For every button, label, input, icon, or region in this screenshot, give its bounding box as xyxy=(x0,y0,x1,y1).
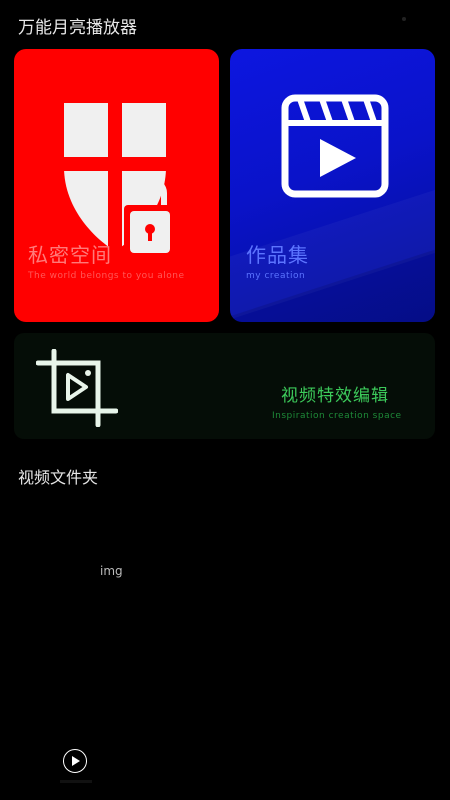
shield-lock-icon xyxy=(64,103,174,253)
app-title: 万能月亮播放器 xyxy=(18,18,137,38)
folder-thumbnail-placeholder[interactable]: img xyxy=(100,564,123,578)
private-space-card[interactable]: 私密空间 The world belongs to you alone xyxy=(14,49,219,322)
clapperboard-play-icon xyxy=(281,94,389,198)
video-folder-title: 视频文件夹 xyxy=(18,468,99,487)
video-effects-subtitle: Inspiration creation space xyxy=(272,411,402,421)
my-works-title: 作品集 xyxy=(246,243,309,267)
my-works-subtitle: my creation xyxy=(246,271,306,281)
play-caption xyxy=(60,780,92,783)
status-indicator xyxy=(402,17,406,21)
my-works-card[interactable]: 作品集 my creation xyxy=(230,49,435,322)
video-effects-title: 视频特效编辑 xyxy=(281,386,389,406)
crop-video-icon xyxy=(36,349,118,427)
video-effects-card[interactable]: 视频特效编辑 Inspiration creation space xyxy=(14,333,435,439)
private-space-title: 私密空间 xyxy=(28,243,112,267)
play-circle-icon[interactable] xyxy=(63,749,87,773)
private-space-subtitle: The world belongs to you alone xyxy=(28,271,185,281)
